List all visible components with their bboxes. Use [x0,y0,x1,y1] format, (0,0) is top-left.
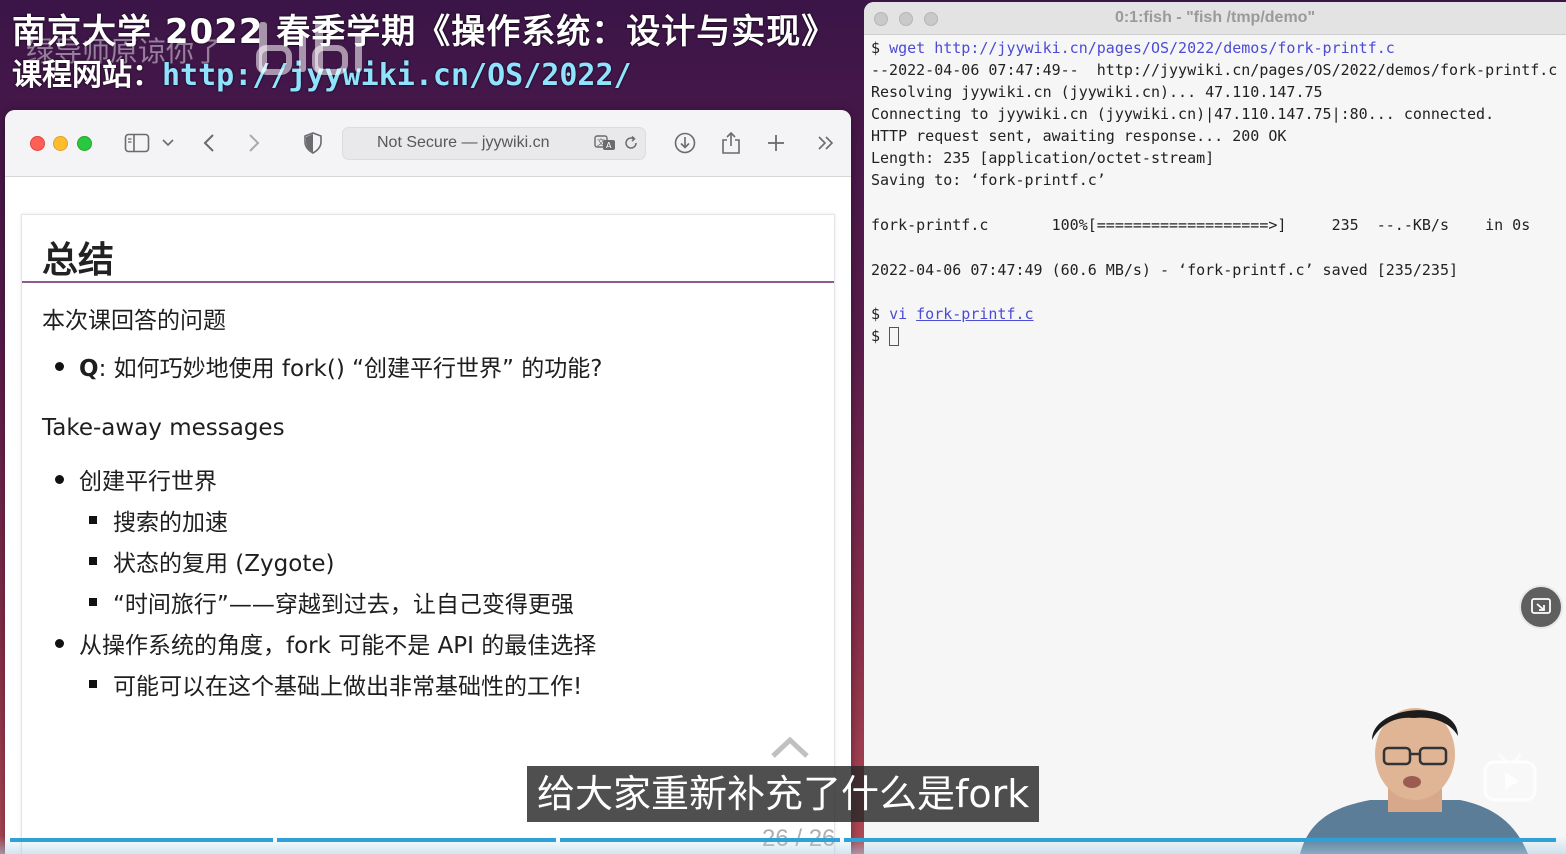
sub-bullet-square [89,557,97,565]
heading-divider [22,281,834,283]
progress-segment [10,838,273,842]
share-icon[interactable] [721,130,741,156]
bullet-dot [55,639,64,648]
sub-bullet-foundational-work: 可能可以在这个基础上做出非常基础性的工作! [113,674,583,700]
minimize-window-button[interactable] [53,136,68,151]
prompt: $ [871,327,881,345]
terminal-titlebar: 0:1:fish - "fish /tmp/demo" [864,2,1566,35]
terminal-output-line: Resolving jyywiki.cn (jyywiki.cn)... 47.… [871,83,1323,101]
progress-segment [844,838,1556,842]
sub-bullet-square [89,516,97,524]
sub-bullet-search-speedup: 搜索的加速 [113,510,228,536]
bilibili-logo-icon [256,22,362,75]
slide-heading: 总结 [42,240,115,281]
question-label: Q [79,356,99,382]
terminal-command-line: $ vi fork-printf.c [871,305,1034,323]
prompt: $ [871,39,881,57]
chevron-down-icon[interactable] [161,130,175,156]
bilibili-tv-icon[interactable] [1482,752,1538,804]
terminal-output-line: 2022-04-06 07:47:49 (60.6 MB/s) - ‘fork-… [871,261,1458,279]
video-subtitle: 给大家重新补充了什么是fork [527,766,1040,822]
translate-icon[interactable]: 文A [594,135,616,151]
progress-segment [277,838,556,842]
close-window-button[interactable] [30,136,45,151]
slide: 总结 本次课回答的问题 Q: 如何巧妙地使用 fork() “创建平行世界” 的… [21,214,835,854]
zoom-window-button[interactable] [77,136,92,151]
bullet-dot [55,475,64,484]
video-frame: 南京大学 2022 春季学期《操作系统：设计与实现》 绿导师原谅你了 课程网站：… [0,0,1566,854]
new-tab-icon[interactable] [766,130,786,156]
bullet-fork-api: 从操作系统的角度，fork 可能不是 API 的最佳选择 [79,633,597,659]
terminal-input-line[interactable]: $ [871,327,900,346]
reload-icon[interactable] [623,135,639,151]
course-website-label: 课程网站： [12,58,162,93]
question-item: Q: 如何巧妙地使用 fork() “创建平行世界” 的功能? [79,349,603,383]
terminal-cursor [889,327,900,346]
svg-text:A: A [606,141,612,150]
command-argument: http://jyywiki.cn/pages/OS/2022/demos/fo… [934,39,1395,57]
terminal-output-line: Saving to: ‘fork-printf.c’ [871,171,1106,189]
privacy-shield-icon[interactable] [303,130,323,156]
terminal-title: 0:1:fish - "fish /tmp/demo" [1114,9,1316,26]
course-website-url: http://jyywiki.cn/OS/2022/ [162,58,632,93]
command-argument: fork-printf.c [916,305,1034,323]
progress-segment [560,838,840,842]
command-name: vi [889,305,908,323]
question-text: : 如何巧妙地使用 fork() “创建平行世界” 的功能? [98,356,603,382]
download-icon[interactable] [674,130,696,156]
address-bar[interactable]: Not Secure — jyywiki.cn 文A [342,127,646,160]
terminal-output-line: Connecting to jyywiki.cn (jyywiki.cn)|47… [871,105,1495,123]
terminal-output-line: HTTP request sent, awaiting response... … [871,127,1287,145]
svg-text:文: 文 [597,137,605,147]
sub-bullet-time-travel: “时间旅行”——穿越到过去，让自己变得更强 [113,592,574,618]
subheading-questions: 本次课回答的问题 [42,308,226,334]
more-chevrons-icon[interactable] [816,130,836,156]
prompt: $ [871,305,881,323]
sub-bullet-zygote: 状态的复用 (Zygote) [113,551,335,577]
subheading-takeaways: Take-away messages [42,415,285,441]
sub-bullet-square [89,680,97,688]
sidebar-toggle-icon[interactable] [123,130,151,156]
terminal-output-line: --2022-04-06 07:47:49-- http://jyywiki.c… [871,61,1558,79]
slide-up-arrow-icon[interactable] [770,735,810,759]
picture-in-picture-icon[interactable] [1519,585,1563,629]
command-name: wget [889,39,926,57]
browser-window: Not Secure — jyywiki.cn 文A 总结 本次课回答的问题 Q… [5,110,851,854]
progress-bar[interactable] [10,838,1556,842]
bullet-parallel-worlds: 创建平行世界 [79,469,217,495]
address-bar-text: Not Secure — jyywiki.cn [377,134,550,151]
sub-bullet-square [89,598,97,606]
browser-toolbar: Not Secure — jyywiki.cn 文A [5,110,851,177]
terminal-progress-line: fork-printf.c 100%[===================>]… [871,216,1531,234]
back-button[interactable] [201,130,217,156]
terminal-command-line: $ wget http://jyywiki.cn/pages/OS/2022/d… [871,39,1395,57]
bullet-dot [55,362,64,371]
forward-button[interactable] [246,130,262,156]
terminal-output-line: Length: 235 [application/octet-stream] [871,149,1215,167]
